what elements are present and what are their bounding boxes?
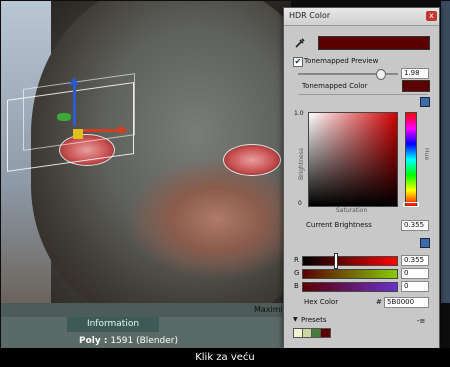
poly-count: Poly : 1591 (Blender) — [79, 336, 178, 346]
tonemapped-color-label: Tonemapped Color — [302, 82, 368, 90]
channel-r-field[interactable]: 0.355 — [401, 255, 429, 266]
channel-g-slider[interactable] — [302, 269, 398, 279]
right-panel-strip — [441, 1, 450, 303]
settings-icon[interactable] — [420, 97, 430, 107]
bottom-panel: Information Poly : 1591 (Blender) — [1, 303, 291, 348]
saturation-brightness-picker[interactable] — [308, 112, 398, 207]
brightness-axis-label: Brightness — [298, 148, 305, 180]
gizmo-y-axis[interactable] — [73, 81, 76, 126]
presets-chevron-down-icon[interactable]: ▼ — [293, 316, 298, 323]
color-mode-icon[interactable] — [420, 238, 430, 248]
caption-link[interactable]: Klik za veću — [0, 349, 450, 367]
presets-menu-icon[interactable]: -≡ — [417, 317, 425, 325]
right-eye-mesh — [223, 144, 281, 176]
gizmo-z-axis[interactable] — [57, 113, 71, 121]
channel-b-field[interactable]: 0 — [401, 281, 429, 292]
channel-r-label: R — [294, 256, 299, 264]
hue-slider[interactable] — [405, 112, 417, 207]
channel-b-label: B — [294, 282, 299, 290]
poly-label: Poly : — [79, 336, 108, 346]
current-brightness-label: Current Brightness — [306, 221, 372, 229]
hex-color-label: Hex Color — [304, 298, 339, 306]
information-tab[interactable]: Information — [67, 317, 159, 332]
channel-g-label: G — [294, 269, 300, 277]
gizmo-y-arrow-icon[interactable] — [69, 77, 79, 85]
brightness-axis-top: 1.0 — [294, 110, 304, 117]
channel-g-field[interactable]: 0 — [401, 268, 429, 279]
hex-color-field[interactable]: 5B0000 — [384, 297, 429, 308]
divider — [298, 94, 428, 95]
exposure-slider-thumb[interactable] — [376, 69, 386, 80]
window-title: HDR Color — [289, 11, 331, 20]
channel-r-slider[interactable] — [302, 256, 398, 266]
scene-viewport[interactable] — [1, 1, 291, 303]
exposure-value-field[interactable]: 1.98 — [401, 68, 429, 79]
channel-b-slider[interactable] — [302, 282, 398, 292]
saturation-label: Saturation — [336, 207, 368, 214]
hdr-color-window: HDR Color x ✔ Tonemapped Preview 1.98 To… — [283, 7, 440, 348]
current-color-swatch[interactable] — [318, 36, 430, 50]
hue-label: Hue — [423, 148, 430, 161]
gizmo-center-handle[interactable] — [73, 129, 83, 139]
presets-label[interactable]: Presets — [301, 316, 326, 324]
hue-slider-marker[interactable] — [403, 202, 419, 207]
current-brightness-field[interactable]: 0.355 — [401, 220, 429, 231]
close-icon[interactable]: x — [426, 11, 437, 21]
poly-value: 1591 (Blender) — [110, 336, 178, 346]
preset-swatch[interactable] — [320, 328, 331, 338]
gizmo-x-arrow-icon[interactable] — [119, 125, 128, 135]
window-titlebar[interactable]: HDR Color x — [284, 8, 439, 26]
eyedropper-icon[interactable] — [294, 37, 306, 49]
hex-hash-label: # — [376, 298, 382, 306]
bottom-toolbar — [1, 303, 291, 317]
tonemapped-preview-checkbox[interactable]: ✔ — [293, 57, 303, 67]
screenshot-frame: Information Poly : 1591 (Blender) Maximi… — [0, 0, 450, 348]
channel-r-thumb[interactable] — [334, 253, 338, 269]
brightness-axis-bottom: 0 — [298, 200, 302, 207]
tonemapped-preview-label: Tonemapped Preview — [304, 57, 379, 65]
tonemapped-color-swatch — [402, 80, 430, 92]
